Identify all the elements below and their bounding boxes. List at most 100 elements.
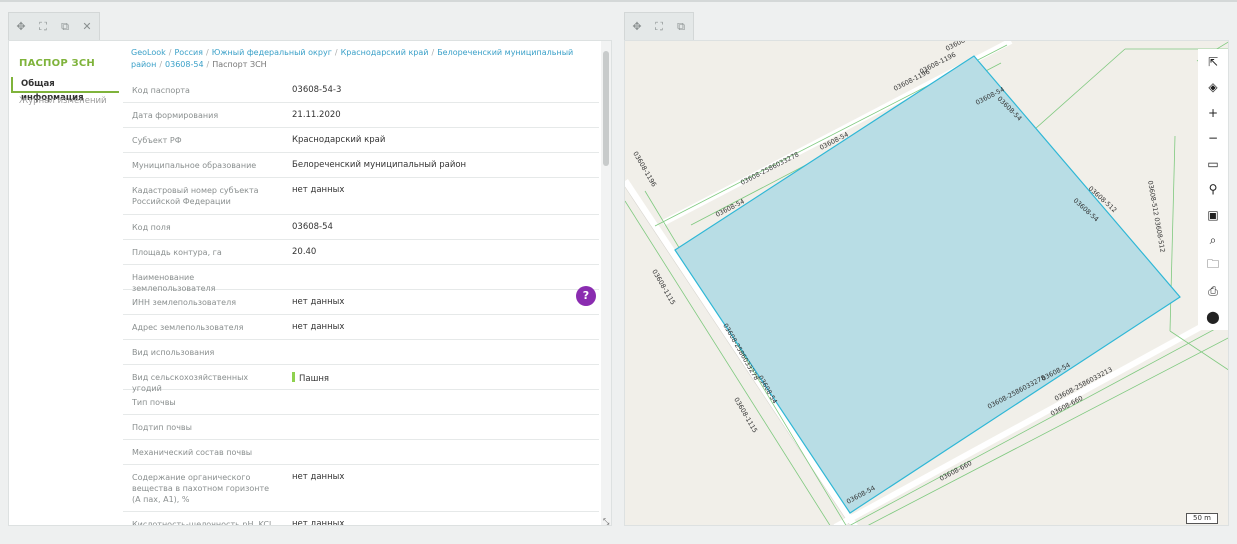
print-icon[interactable]: ⎙ [1198, 279, 1228, 305]
map-panel: ✥ ⛶ ⧉ 03608-1196 03608-1196 03608-54 036… [624, 12, 1229, 526]
row-value: Краснодарский край [292, 135, 386, 145]
scale-bar: 50 m [1186, 513, 1218, 524]
breadcrumb-separator: / [159, 60, 163, 69]
row-value: нет данных [292, 322, 345, 332]
row-label: Субъект РФ [132, 136, 182, 145]
row-label: Кислотность-щелочность pH, KCl [132, 520, 272, 525]
folder-icon[interactable]: 🗀 [1198, 253, 1228, 279]
map-toolbar: ✥ ⛶ ⧉ [624, 12, 694, 40]
row-value: Пашня [292, 372, 329, 385]
breadcrumb-separator: / [206, 60, 210, 69]
breadcrumb: GeoLook / Россия / Южный федеральный округ / К… [131, 47, 591, 71]
map-parcel-label: 03608-1115 [650, 268, 677, 306]
popout-icon[interactable]: ⧉ [675, 20, 687, 33]
fullscreen-icon[interactable]: ⛶ [653, 20, 665, 33]
table-row: Площадь контура, га 20.40 [123, 240, 599, 265]
table-row: Муниципальное образование Белореченский м… [123, 153, 599, 178]
panel-toolbar: ✥ ⛶ ⧉ ✕ [8, 12, 100, 40]
table-row: Адрес землепользователя нет данных [123, 315, 599, 340]
map-parcel-label: 03608-1115 [732, 396, 759, 434]
passport-panel: ✥ ⛶ ⧉ ✕ ПАСПОР ЗСН Общая информация Журн… [8, 12, 612, 526]
location-icon[interactable]: ⬤ [1198, 304, 1228, 330]
table-row: Вид сельскохозяйственных угодий Пашня [123, 365, 599, 393]
row-value: 03608-54 [292, 222, 333, 232]
row-value: нет данных [292, 185, 345, 195]
row-value: Белореченский муниципальный район [292, 160, 467, 170]
id-card-icon[interactable]: ▣ [1198, 202, 1228, 228]
table-row: Тип почвы [123, 390, 599, 415]
breadcrumb-separator: / [431, 48, 435, 57]
map-canvas[interactable]: 03608-119603608-119603608-5403608-119603… [624, 40, 1229, 526]
table-row: Наименование землепользователя [123, 265, 599, 293]
row-label: Подтип почвы [132, 423, 192, 432]
row-label: Кадастровый номер субъекта Российской Фе… [132, 186, 259, 206]
pin-icon[interactable]: ⚲ [1198, 177, 1228, 203]
table-row: Дата формирования 21.11.2020 [123, 103, 599, 128]
row-label: Дата формирования [132, 111, 219, 120]
breadcrumb-current: Паспорт ЗСН [212, 60, 267, 69]
panel-content: ПАСПОР ЗСН Общая информация Журнал измен… [8, 40, 612, 526]
row-label: Механический состав почвы [132, 448, 253, 457]
map-parcel-label: 03608-512 03608-512 [1146, 180, 1167, 253]
move-icon[interactable]: ✥ [631, 20, 643, 33]
status-strip [8, 526, 1229, 542]
row-value: нет данных [292, 297, 345, 307]
scrollbar-thumb[interactable] [603, 51, 609, 166]
row-label: Адрес землепользователя [132, 323, 244, 332]
map-tools: ⇱ ◈ + − ▭ ⚲ ▣ ⌕ 🗀 ⎙ ⬤ [1198, 49, 1228, 330]
map-parcel-label: 03608-1196 [944, 41, 983, 53]
breadcrumb-link[interactable]: Краснодарский край [341, 48, 429, 57]
row-label: Муниципальное образование [132, 161, 257, 170]
land-type-value: Пашня [299, 374, 330, 384]
breadcrumb-link[interactable]: Россия [174, 48, 203, 57]
zoom-out-icon[interactable]: − [1198, 126, 1228, 152]
row-label: Вид использования [132, 348, 215, 357]
search-icon[interactable]: ⌕ [1198, 228, 1228, 254]
table-row: Кадастровый номер субъекта Российской Фе… [123, 178, 599, 215]
sidenav-title: ПАСПОР ЗСН [19, 58, 95, 69]
table-row: Код поля 03608-54 [123, 215, 599, 240]
breadcrumb-separator: / [334, 48, 338, 57]
breadcrumb-link[interactable]: GeoLook [131, 48, 166, 57]
detail-section: GeoLook / Россия / Южный федеральный округ / К… [123, 41, 599, 525]
table-row: Вид использования [123, 340, 599, 365]
row-value: нет данных [292, 519, 345, 525]
layers-icon[interactable]: ◈ [1198, 75, 1228, 101]
close-icon[interactable]: ✕ [81, 20, 93, 33]
fullscreen-icon[interactable]: ⛶ [37, 20, 49, 33]
land-type-color-marker [292, 372, 295, 382]
table-row: Кислотность-щелочность pH, KCl нет данных [123, 512, 599, 525]
ruler-icon[interactable]: ▭ [1198, 151, 1228, 177]
help-button[interactable]: ? [576, 286, 596, 306]
row-value: 21.11.2020 [292, 110, 341, 120]
row-value: 03608-54-3 [292, 85, 342, 95]
table-row: ИНН землепользователя нет данных [123, 290, 599, 315]
table-row: Субъект РФ Краснодарский край [123, 128, 599, 153]
row-value: 20.40 [292, 247, 317, 257]
select-arrow-icon[interactable]: ⇱ [1198, 49, 1228, 75]
row-value: нет данных [292, 472, 345, 482]
row-label: Площадь контура, га [132, 248, 222, 257]
move-icon[interactable]: ✥ [15, 20, 27, 33]
row-label: Тип почвы [132, 398, 176, 407]
parcel-polygon [674, 55, 1181, 514]
attribute-table: Код паспорта 03608-54-3 Дата формирования 2… [123, 78, 599, 525]
row-label: ИНН землепользователя [132, 298, 237, 307]
row-label: Код поля [132, 223, 171, 232]
breadcrumb-link[interactable]: 03608-54 [165, 60, 204, 69]
breadcrumb-separator: / [168, 48, 172, 57]
map-svg[interactable]: 03608-119603608-119603608-5403608-119603… [625, 41, 1229, 526]
sidenav-item-change-log[interactable]: Журнал изменений [19, 96, 107, 106]
sidenav-item-general-info[interactable]: Общая информация [11, 77, 119, 103]
breadcrumb-separator: / [206, 48, 209, 57]
side-navigation: ПАСПОР ЗСН Общая информация Журнал измен… [9, 41, 121, 525]
row-label: Содержание органического вещества в пахо… [132, 473, 270, 504]
breadcrumb-link[interactable]: Южный федеральный округ [212, 48, 332, 57]
zoom-in-icon[interactable]: + [1198, 100, 1228, 126]
popout-icon[interactable]: ⧉ [59, 20, 71, 33]
table-row: Содержание органического вещества в пахо… [123, 465, 599, 512]
row-label: Код паспорта [132, 86, 190, 95]
scrollbar[interactable] [601, 41, 611, 525]
table-row: Механический состав почвы [123, 440, 599, 465]
app-window: ✥ ⛶ ⧉ ✕ ПАСПОР ЗСН Общая информация Журн… [0, 0, 1237, 544]
